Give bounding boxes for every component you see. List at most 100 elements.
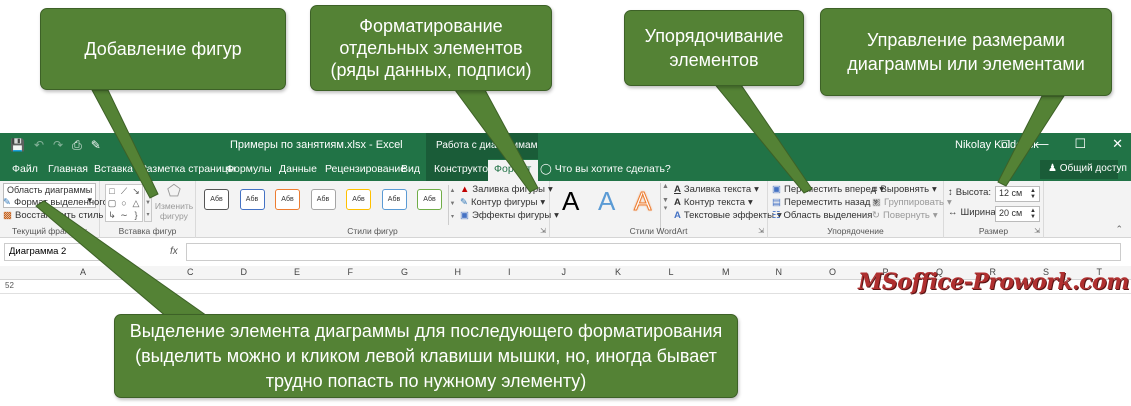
bend-arrow-icon[interactable]: ↳: [106, 209, 118, 221]
text-effects-button[interactable]: A Текстовые эффекты ▾: [674, 210, 782, 221]
close-icon[interactable]: ✕: [1112, 136, 1123, 152]
rotate-icon: ↻: [872, 210, 880, 221]
column-header[interactable]: I: [508, 267, 511, 277]
reset-style-button[interactable]: ▩ Восстановить стиль: [3, 210, 103, 221]
chevron-down-icon: ▾: [932, 210, 938, 221]
shape-effects-button[interactable]: ▣ Эффекты фигуры ▾: [460, 210, 559, 221]
align-button[interactable]: ≡ Выровнять ▾: [872, 184, 937, 195]
tab-format[interactable]: Формат: [488, 160, 538, 181]
styles-gallery-scroll[interactable]: ▲ ▼ ▾: [448, 185, 456, 225]
tab-view[interactable]: Вид: [401, 163, 420, 175]
tab-formulas[interactable]: Формулы: [226, 163, 272, 175]
insert-function-icon[interactable]: fx: [170, 246, 178, 257]
width-input[interactable]: 20 см ▲ ▼: [995, 206, 1040, 222]
column-header[interactable]: L: [669, 267, 674, 277]
column-header[interactable]: H: [455, 267, 462, 277]
tab-file[interactable]: Файл: [12, 163, 38, 175]
wordart-gallery-scroll[interactable]: ▲ ▼ ▾: [660, 183, 670, 231]
restore-icon[interactable]: ☐: [1074, 136, 1086, 152]
column-header[interactable]: M: [722, 267, 730, 277]
formula-input[interactable]: [186, 243, 1121, 261]
share-button[interactable]: ♟ Общий доступ: [1040, 160, 1127, 179]
spinner-icon[interactable]: ▲ ▼: [1030, 208, 1036, 220]
tab-page-layout[interactable]: Разметка страницы: [140, 163, 235, 175]
column-header[interactable]: C: [187, 267, 194, 277]
spinner-icon[interactable]: ▲ ▼: [1030, 188, 1036, 200]
shapes-gallery[interactable]: □ ⟋ ↘ ▢ ○ △ ↳ ∼}: [105, 184, 143, 222]
shape-outline-button[interactable]: ✎ Контур фигуры ▾: [460, 197, 545, 208]
shape-style-tile[interactable]: Абв: [417, 189, 442, 210]
height-input[interactable]: 12 см ▲ ▼: [995, 186, 1040, 202]
column-header[interactable]: F: [348, 267, 354, 277]
brace-icon[interactable]: }: [130, 209, 142, 221]
selection-pane-button[interactable]: ☷ Область выделения: [772, 210, 872, 221]
gallery-scroll[interactable]: ▲ ▼ ▾: [144, 184, 152, 222]
column-header[interactable]: N: [776, 267, 783, 277]
column-header[interactable]: K: [615, 267, 621, 277]
wordart-style-orange[interactable]: A: [633, 186, 651, 217]
text-outline-button[interactable]: A Контур текста ▾: [674, 197, 753, 208]
rectangle-icon[interactable]: ▢: [106, 197, 118, 209]
change-shape-icon: ⬠: [167, 183, 181, 200]
shape-style-tile[interactable]: Абв: [239, 189, 265, 210]
column-header[interactable]: J: [562, 267, 567, 277]
shape-style-tile[interactable]: Абв: [204, 189, 229, 210]
minimize-icon[interactable]: —: [1035, 136, 1048, 152]
change-shape-button[interactable]: ⬠ Изменить фигуру: [154, 183, 194, 221]
tab-home[interactable]: Главная: [48, 163, 88, 175]
save-icon[interactable]: 💾: [10, 138, 25, 153]
print-preview-icon[interactable]: ⎙: [72, 138, 82, 153]
group-label: Размер: [978, 226, 1009, 236]
column-header[interactable]: D: [241, 267, 248, 277]
group-button[interactable]: ▩ Группировать ▾: [872, 197, 952, 208]
wordart-style-black[interactable]: A: [562, 186, 579, 217]
column-header[interactable]: B: [134, 267, 140, 277]
shape-style-tile[interactable]: Абв: [381, 189, 407, 210]
collapse-ribbon-icon[interactable]: ⌃: [1115, 224, 1123, 235]
callout-add-shapes: Добавление фигур: [40, 8, 286, 90]
group-arrange: ▣ Переместить вперед ▾ ▤ Переместить назад ▾…: [768, 181, 952, 238]
group-size: ↕ Высота: 12 см ▲ ▼ ↔ Ширина: 20 см ▲ ▼ Размер…: [944, 181, 1044, 238]
curve-icon[interactable]: ∼: [118, 209, 130, 221]
row-number[interactable]: 52: [5, 281, 14, 290]
group-label: Упорядочение: [827, 226, 884, 236]
triangle-icon[interactable]: △: [130, 197, 142, 209]
arrow-icon[interactable]: ↘: [130, 185, 142, 197]
column-header[interactable]: E: [294, 267, 300, 277]
tab-design[interactable]: Конструктор: [426, 159, 494, 181]
callout-select-element: Выделение элемента диаграммы для последу…: [114, 314, 738, 398]
tell-me-search[interactable]: ◯ Что вы хотите сделать?: [540, 163, 671, 175]
text-fill-button[interactable]: A Заливка текста ▾: [674, 184, 759, 195]
format-selection-button[interactable]: ✎ Формат выделенного: [3, 197, 108, 208]
send-backward-button[interactable]: ▤ Переместить назад ▾: [772, 197, 878, 208]
shape-style-tile[interactable]: Абв: [310, 189, 336, 210]
wordart-style-blue[interactable]: A: [598, 186, 615, 217]
column-header[interactable]: A: [80, 267, 86, 277]
redo-icon[interactable]: ↷: [53, 138, 63, 153]
name-box[interactable]: Диаграмма 2 ▾: [4, 243, 100, 261]
shape-fill-button[interactable]: ▲ Заливка фигуры ▾: [460, 184, 553, 195]
group-label-text: Группировать: [883, 197, 944, 208]
dialog-launcher-icon[interactable]: ⇲: [540, 227, 546, 235]
shape-style-tile[interactable]: Абв: [275, 189, 300, 210]
effects-icon: ▣: [460, 210, 469, 221]
rotate-button[interactable]: ↻ Повернуть ▾: [872, 210, 938, 221]
dialog-launcher-icon[interactable]: ⇲: [1034, 227, 1040, 235]
column-header[interactable]: G: [401, 267, 408, 277]
oval-icon[interactable]: ○: [118, 197, 130, 209]
rectangle-icon[interactable]: □: [106, 185, 118, 197]
touch-mode-icon[interactable]: ✎: [91, 138, 101, 153]
line-icon[interactable]: ⟋: [118, 185, 130, 197]
dialog-launcher-icon[interactable]: ⇲: [758, 227, 764, 235]
bring-forward-button[interactable]: ▣ Переместить вперед ▾: [772, 184, 884, 195]
undo-icon[interactable]: ↶: [34, 138, 44, 153]
column-header[interactable]: O: [829, 267, 836, 277]
tab-review[interactable]: Рецензирование: [325, 163, 406, 175]
group-label: Текущий фрагмент: [11, 226, 88, 236]
width-label: Ширина:: [960, 207, 999, 218]
shape-style-tile[interactable]: Абв: [346, 189, 371, 210]
tab-data[interactable]: Данные: [279, 163, 317, 175]
ribbon-display-icon[interactable]: □: [1002, 136, 1010, 152]
group-label: Вставка фигур: [118, 226, 177, 236]
tab-insert[interactable]: Вставка: [94, 163, 133, 175]
